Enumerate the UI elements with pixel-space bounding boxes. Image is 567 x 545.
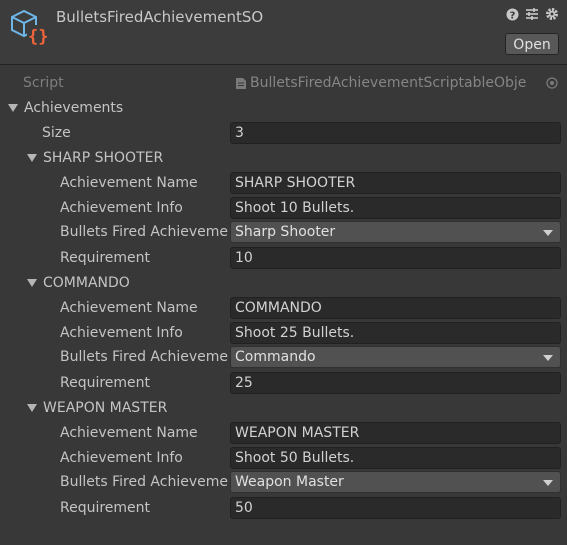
achievement-name-row: Achievement Name SHARP SHOOTER xyxy=(0,171,567,196)
asset-title: BulletsFiredAchievementSO xyxy=(56,8,264,26)
requirement-label: Requirement xyxy=(60,500,151,516)
requirement-row: Requirement 10 xyxy=(0,246,567,271)
help-icon[interactable]: ? xyxy=(505,6,519,22)
foldout-arrow-icon[interactable] xyxy=(27,154,37,162)
requirement-field[interactable]: 50 xyxy=(230,497,561,519)
dropdown-value: Commando xyxy=(235,349,316,365)
foldout-arrow-icon[interactable] xyxy=(27,404,37,412)
element-header: COMMANDO xyxy=(43,275,130,291)
requirement-row: Requirement 50 xyxy=(0,496,567,521)
achievement-name-field[interactable]: SHARP SHOOTER xyxy=(230,172,561,194)
script-label: Script xyxy=(23,75,64,91)
achievement-info-row: Achievement Info Shoot 10 Bullets. xyxy=(0,196,567,221)
size-label: Size xyxy=(42,125,71,141)
svg-text:{}: {} xyxy=(28,27,48,47)
gear-icon[interactable] xyxy=(545,6,559,22)
element-foldout[interactable]: SHARP SHOOTER xyxy=(0,146,567,171)
element-foldout[interactable]: WEAPON MASTER xyxy=(0,396,567,421)
requirement-field[interactable]: 10 xyxy=(230,247,561,269)
element-header: SHARP SHOOTER xyxy=(43,150,164,166)
achievement-name-row: Achievement Name WEAPON MASTER xyxy=(0,421,567,446)
dropdown-arrow-icon xyxy=(543,230,553,236)
achievement-type-label: Bullets Fired Achieveme xyxy=(60,474,228,490)
settings-sliders-icon[interactable] xyxy=(525,6,539,22)
achievement-type-dropdown[interactable]: Weapon Master xyxy=(230,471,561,493)
achievement-type-label: Bullets Fired Achieveme xyxy=(60,349,228,365)
foldout-arrow-icon[interactable] xyxy=(8,104,18,112)
achievement-info-field[interactable]: Shoot 50 Bullets. xyxy=(230,447,561,469)
size-row: Size 3 xyxy=(0,121,567,146)
achievement-name-label: Achievement Name xyxy=(60,425,198,441)
scriptable-object-icon: {} xyxy=(11,9,48,47)
achievement-info-label: Achievement Info xyxy=(60,325,183,341)
achievement-type-dropdown[interactable]: Sharp Shooter xyxy=(230,221,561,243)
open-button[interactable]: Open xyxy=(505,33,559,55)
achievement-info-field[interactable]: Shoot 25 Bullets. xyxy=(230,322,561,344)
dropdown-value: Sharp Shooter xyxy=(235,224,336,240)
dropdown-value: Weapon Master xyxy=(235,474,344,490)
achievement-info-label: Achievement Info xyxy=(60,450,183,466)
object-picker-icon[interactable] xyxy=(546,77,558,89)
achievement-name-field[interactable]: WEAPON MASTER xyxy=(230,422,561,444)
achievement-type-row: Bullets Fired Achieveme Sharp Shooter xyxy=(0,220,567,245)
achievement-type-row: Bullets Fired Achieveme Commando xyxy=(0,345,567,370)
requirement-label: Requirement xyxy=(60,250,151,266)
svg-text:?: ? xyxy=(509,10,515,21)
achievement-name-row: Achievement Name COMMANDO xyxy=(0,296,567,321)
achievements-foldout[interactable]: Achievements xyxy=(0,96,567,121)
achievement-name-label: Achievement Name xyxy=(60,300,198,316)
element-foldout[interactable]: COMMANDO xyxy=(0,271,567,296)
script-row: Script BulletsFiredAchievementScriptable… xyxy=(0,71,567,96)
achievement-info-row: Achievement Info Shoot 50 Bullets. xyxy=(0,446,567,471)
script-field[interactable]: BulletsFiredAchievementScriptableObje xyxy=(230,72,561,94)
dropdown-arrow-icon xyxy=(543,480,553,486)
achievements-label: Achievements xyxy=(24,100,124,116)
dropdown-arrow-icon xyxy=(543,355,553,361)
element-header: WEAPON MASTER xyxy=(43,400,168,416)
achievement-info-row: Achievement Info Shoot 25 Bullets. xyxy=(0,321,567,346)
script-file-icon xyxy=(236,77,246,89)
inspector-header: {} BulletsFiredAchievementSO ? Open xyxy=(0,0,567,65)
requirement-row: Requirement 25 xyxy=(0,371,567,396)
script-value: BulletsFiredAchievementScriptableObje xyxy=(250,75,527,91)
achievement-info-field[interactable]: Shoot 10 Bullets. xyxy=(230,197,561,219)
achievement-name-field[interactable]: COMMANDO xyxy=(230,297,561,319)
foldout-arrow-icon[interactable] xyxy=(27,279,37,287)
requirement-field[interactable]: 25 xyxy=(230,372,561,394)
achievement-info-label: Achievement Info xyxy=(60,200,183,216)
achievement-name-label: Achievement Name xyxy=(60,175,198,191)
requirement-label: Requirement xyxy=(60,375,151,391)
achievement-type-dropdown[interactable]: Commando xyxy=(230,346,561,368)
size-field[interactable]: 3 xyxy=(230,122,561,144)
achievement-type-label: Bullets Fired Achieveme xyxy=(60,224,228,240)
achievement-type-row: Bullets Fired Achieveme Weapon Master xyxy=(0,470,567,495)
